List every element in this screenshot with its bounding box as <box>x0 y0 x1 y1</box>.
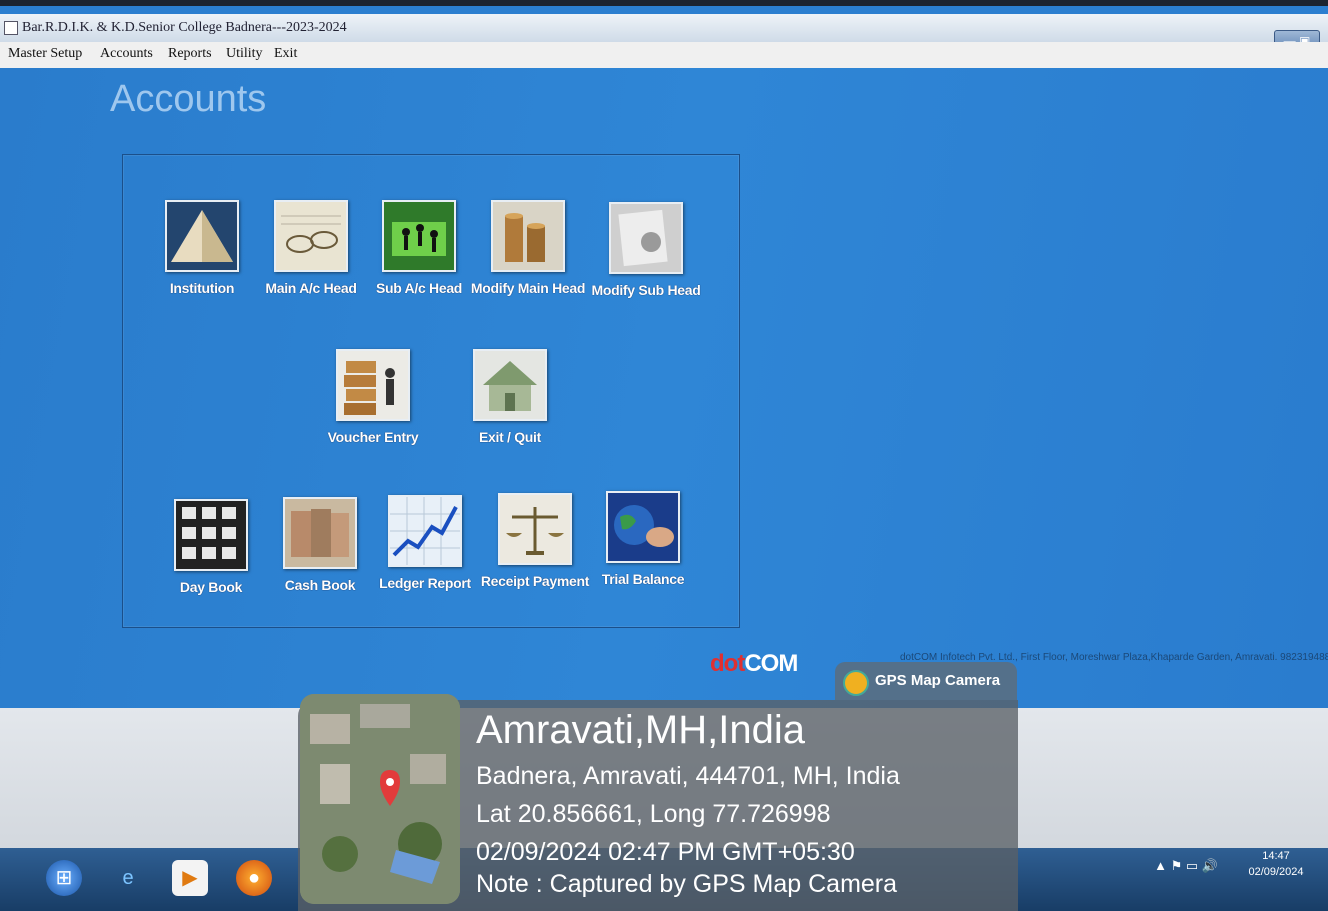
system-tray[interactable]: ▲ ⚑ ▭ 🔊 <box>1154 858 1218 874</box>
tile-sub-ac-head[interactable]: Sub A/c Head <box>359 200 479 296</box>
media-player-icon[interactable]: ▶ <box>172 860 208 896</box>
map-thumbnail <box>300 694 460 904</box>
tile-cash-book[interactable]: Cash Book <box>260 497 380 593</box>
main-area: Accounts Institution Main A/c Head Sub A… <box>0 68 1328 708</box>
tile-ledger-report[interactable]: Ledger Report <box>365 495 485 591</box>
institution-pyramid-icon <box>165 200 239 272</box>
banknotes-icon <box>283 497 357 569</box>
menu-master-setup[interactable]: Master Setup <box>8 46 82 62</box>
menu-reports[interactable]: Reports <box>168 46 212 62</box>
tile-label: Receipt Payment <box>480 573 590 589</box>
people-on-board-icon <box>382 200 456 272</box>
tile-panel: Institution Main A/c Head Sub A/c Head M… <box>122 154 740 628</box>
clock[interactable]: 14:47 02/09/2024 <box>1236 848 1316 880</box>
tile-label: Institution <box>169 280 235 296</box>
gps-app-name: GPS Map Camera <box>875 672 1001 689</box>
tile-day-book[interactable]: Day Book <box>151 499 271 595</box>
tile-label: Modify Sub Head <box>591 282 701 298</box>
clock-date: 02/09/2024 <box>1248 866 1304 878</box>
balance-scale-icon <box>498 493 572 565</box>
menu-bar: Master Setup Accounts Reports Utility Ex… <box>0 42 1328 69</box>
clock-time: 14:47 <box>1262 850 1290 862</box>
tile-label: Modify Main Head <box>470 280 586 296</box>
tile-trial-balance[interactable]: Trial Balance <box>583 491 703 587</box>
globe-hand-icon <box>606 491 680 563</box>
tile-receipt-payment[interactable]: Receipt Payment <box>475 493 595 589</box>
tile-voucher-entry[interactable]: Voucher Entry <box>313 349 433 445</box>
calculator-keys-icon <box>174 499 248 571</box>
rising-chart-icon <box>388 495 462 567</box>
tile-label: Sub A/c Head <box>375 280 463 296</box>
gps-city: Amravati,MH,India <box>476 708 805 752</box>
man-with-boxes-icon <box>336 349 410 421</box>
tile-label: Voucher Entry <box>327 429 419 445</box>
tile-modify-main-head[interactable]: Modify Main Head <box>468 200 588 296</box>
money-house-icon <box>473 349 547 421</box>
tile-label: Trial Balance <box>601 571 685 587</box>
tile-label: Cash Book <box>284 577 356 593</box>
firefox-icon[interactable]: ● <box>236 860 272 896</box>
camera-app-icon <box>843 670 869 696</box>
gps-address: Badnera, Amravati, 444701, MH, India <box>476 762 900 790</box>
menu-accounts[interactable]: Accounts <box>100 46 153 62</box>
satellite-map-icon <box>300 694 460 904</box>
tile-label: Day Book <box>179 579 243 595</box>
start-orb-icon[interactable]: ⊞ <box>46 860 82 896</box>
tile-exit-quit[interactable]: Exit / Quit <box>450 349 570 445</box>
coins-stack-icon <box>491 200 565 272</box>
tile-label: Exit / Quit <box>478 429 542 445</box>
gps-coordinates: Lat 20.856661, Long 77.726998 <box>476 800 831 828</box>
glasses-on-paper-icon <box>274 200 348 272</box>
gps-camera-tag: GPS Map Camera <box>835 662 1017 700</box>
tile-label: Main A/c Head <box>265 280 357 296</box>
ie-icon[interactable]: e <box>110 860 146 896</box>
gps-note: Note : Captured by GPS Map Camera <box>476 870 898 898</box>
page-title: Accounts <box>110 78 267 120</box>
tile-label: Ledger Report <box>379 575 471 591</box>
app-icon <box>4 21 18 35</box>
title-bar: Bar.R.D.I.K. & K.D.Senior College Badner… <box>0 14 1328 52</box>
tile-modify-sub-head[interactable]: Modify Sub Head <box>586 202 706 298</box>
tile-main-ac-head[interactable]: Main A/c Head <box>251 200 371 296</box>
tile-institution[interactable]: Institution <box>142 200 262 296</box>
menu-utility[interactable]: Utility <box>226 46 263 62</box>
brand-logo: dotCOM <box>710 650 798 677</box>
gps-datetime: 02/09/2024 02:47 PM GMT+05:30 <box>476 838 855 866</box>
menu-exit[interactable]: Exit <box>274 46 297 62</box>
papers-icon <box>609 202 683 274</box>
window-title: Bar.R.D.I.K. & K.D.Senior College Badner… <box>22 20 347 35</box>
